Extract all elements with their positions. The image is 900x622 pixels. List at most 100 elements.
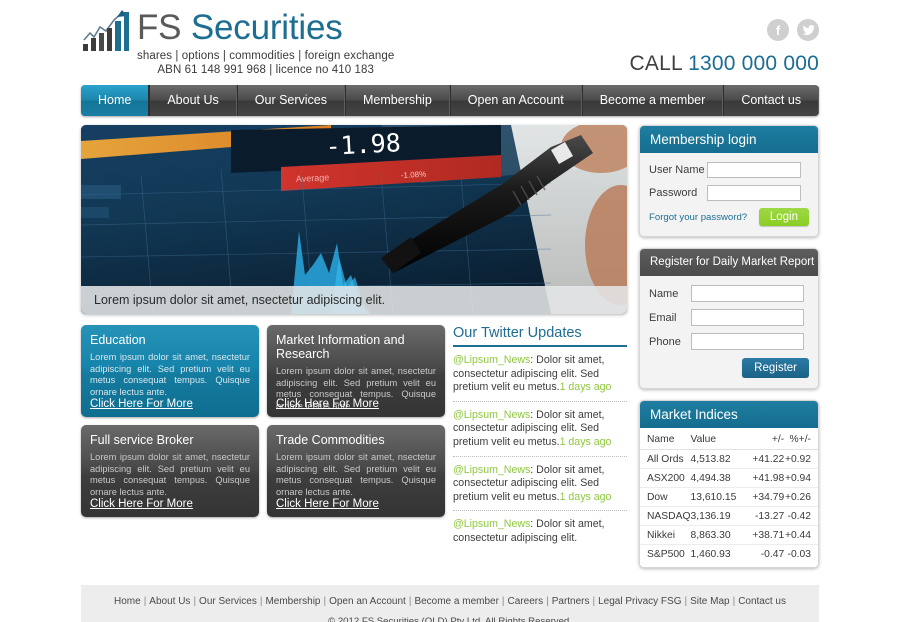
- cell-name: S&P500: [647, 548, 685, 560]
- tweet-item[interactable]: @Lipsum_News: Dolor sit amet, consectetu…: [453, 347, 627, 402]
- cell-value: 13,610.15: [690, 487, 745, 507]
- market-indices-panel: Market Indices Name Value +/- %+/- All O…: [639, 400, 819, 568]
- footer-link-home[interactable]: Home: [114, 596, 141, 607]
- promo-title: Trade Commodities: [276, 433, 385, 447]
- nav-item-contact-us[interactable]: Contact us: [723, 85, 819, 116]
- cell-change: -13.27: [744, 506, 785, 526]
- tweet-item[interactable]: @Lipsum_News: Dolor sit amet, consectetu…: [453, 402, 627, 457]
- footer-link-careers[interactable]: Careers: [508, 596, 544, 607]
- promo-card-education[interactable]: Education Lorem ipsum dolor sit amet, ns…: [81, 325, 259, 417]
- table-row: S&P500 1,460.93 -0.47 -0.03: [640, 545, 818, 564]
- logo-tagline: shares | options | commodities | foreign…: [137, 50, 395, 62]
- cell-percent: -0.42: [784, 506, 818, 526]
- footer-link-become-a-member[interactable]: Become a member: [414, 596, 498, 607]
- logo[interactable]: FS Securities shares | options | commodi…: [81, 6, 394, 77]
- promo-title: Full service Broker: [90, 433, 194, 447]
- tweet-user[interactable]: @Lipsum_News: [453, 464, 530, 476]
- password-row: Password: [649, 185, 809, 201]
- register-footer: Register: [649, 357, 809, 378]
- cell-name: ASX200: [640, 468, 691, 488]
- forgot-password-link[interactable]: Forgot your password?: [649, 212, 747, 223]
- facebook-icon[interactable]: f: [767, 19, 789, 41]
- register-report-panel: Register for Daily Market Report Name Em…: [639, 248, 819, 389]
- tweet-user[interactable]: @Lipsum_News: [453, 354, 530, 366]
- promo-grid: Education Lorem ipsum dolor sit amet, ns…: [81, 325, 445, 552]
- main-navigation: Home About Us Our Services Membership Op…: [81, 85, 819, 116]
- footer-copyright: © 2012 FS Securities (QLD) Pty Ltd, All …: [328, 616, 572, 622]
- svg-text:-1.08%: -1.08%: [401, 170, 427, 180]
- phone-row: Phone: [649, 333, 809, 350]
- nav-item-our-services[interactable]: Our Services: [236, 85, 346, 116]
- footer-link-contact-us[interactable]: Contact us: [738, 596, 786, 607]
- right-sidebar: Membership login User Name Password Forg…: [639, 125, 819, 579]
- nav-item-membership[interactable]: Membership: [345, 85, 450, 116]
- membership-login-panel: Membership login User Name Password Forg…: [639, 125, 819, 237]
- tweet-item[interactable]: @Lipsum_News: Dolor sit amet, consectetu…: [453, 457, 627, 512]
- promo-link[interactable]: Click Here For More: [276, 398, 379, 410]
- cell-change: +38.71: [744, 525, 785, 545]
- table-header-row: Name Value +/- %+/-: [640, 430, 818, 450]
- promo-card-trade-commodities[interactable]: Trade Commodities Lorem ipsum dolor sit …: [267, 425, 445, 517]
- name-input[interactable]: [691, 285, 804, 302]
- twitter-icon[interactable]: [797, 19, 819, 41]
- cell-change: +41.98: [744, 468, 785, 488]
- login-button[interactable]: Login: [758, 208, 809, 226]
- promo-card-full-service-broker[interactable]: Full service Broker Lorem ipsum dolor si…: [81, 425, 259, 517]
- hero-banner[interactable]: -1.98 Average -1.08% Lorem ipsum dolor s…: [81, 125, 627, 314]
- svg-text:-1.98: -1.98: [325, 128, 402, 161]
- name-label: Name: [649, 287, 679, 300]
- market-indices-body: Name Value +/- %+/- All Ords 4,513.82 +4…: [640, 428, 818, 567]
- cell-percent: +0.94: [784, 468, 818, 488]
- col-change: +/-: [744, 430, 785, 450]
- footer-link-about-us[interactable]: About Us: [149, 596, 190, 607]
- table-row: NASDAQ 3,136.19 -13.27 -0.42: [640, 506, 818, 526]
- tweet-ago: 1 days ago: [559, 381, 612, 394]
- footer-link-site-map[interactable]: Site Map: [690, 596, 729, 607]
- password-input[interactable]: [707, 185, 801, 201]
- promo-link[interactable]: Click Here For More: [276, 498, 379, 510]
- cell-change: +34.79: [744, 487, 785, 507]
- nav-item-open-an-account[interactable]: Open an Account: [449, 85, 582, 116]
- cell-name: NASDAQ: [640, 506, 691, 526]
- content-area: -1.98 Average -1.08% Lorem ipsum dolor s…: [81, 125, 819, 579]
- col-value: Value: [690, 430, 745, 450]
- tweet-item[interactable]: @Lipsum_News: Dolor sit amet, consectetu…: [453, 511, 627, 551]
- promo-card-market-information[interactable]: Market Information and Research Lorem ip…: [267, 325, 445, 417]
- password-label: Password: [649, 187, 698, 199]
- username-input[interactable]: [707, 162, 801, 178]
- table-row: ASX200 4,494.38 +41.98 +0.94: [640, 468, 818, 488]
- promo-link[interactable]: Click Here For More: [90, 398, 193, 410]
- cell-value: 1,460.93: [690, 548, 731, 560]
- market-indices-heading: Market Indices: [640, 401, 818, 428]
- tweet-ago: 1 days ago: [559, 435, 612, 448]
- phone-input[interactable]: [691, 333, 804, 350]
- register-button[interactable]: Register: [742, 358, 809, 378]
- twitter-heading: Our Twitter Updates: [453, 325, 627, 347]
- nav-item-about-us[interactable]: About Us: [149, 85, 237, 116]
- promo-link[interactable]: Click Here For More: [90, 498, 193, 510]
- login-heading: Membership login: [640, 126, 818, 153]
- hero-caption: Lorem ipsum dolor sit amet, nsectetur ad…: [81, 286, 627, 314]
- nav-item-home[interactable]: Home: [81, 85, 150, 116]
- cell-value: 8,863.30: [690, 525, 745, 545]
- market-indices-table: Name Value +/- %+/- All Ords 4,513.82 +4…: [640, 430, 818, 563]
- tweet-user[interactable]: @Lipsum_News: [453, 409, 530, 421]
- phone-label: Phone: [649, 335, 681, 348]
- username-label: User Name: [649, 164, 705, 176]
- cell-percent: +0.26: [784, 487, 818, 507]
- promo-text: Lorem ipsum dolor sit amet, nsectetur ad…: [276, 452, 436, 497]
- call-label: CALL: [629, 52, 683, 75]
- footer-link-partners[interactable]: Partners: [552, 596, 590, 607]
- page-root: FS Securities shares | options | commodi…: [0, 0, 900, 622]
- email-input[interactable]: [691, 309, 804, 326]
- login-footer: Forgot your password? Login: [649, 208, 809, 226]
- footer-link-membership[interactable]: Membership: [265, 596, 320, 607]
- call-phone: CALL 1300 000 000: [630, 52, 819, 76]
- tweet-user[interactable]: @Lipsum_News: [453, 518, 530, 530]
- phone-number[interactable]: 1300 000 000: [688, 52, 819, 75]
- footer-link-legal-privacy-fsg[interactable]: Legal Privacy FSG: [598, 596, 681, 607]
- footer-link-open-an-account[interactable]: Open an Account: [329, 596, 406, 607]
- name-row: Name: [649, 285, 809, 302]
- footer-link-our-services[interactable]: Our Services: [199, 596, 257, 607]
- nav-item-become-a-member[interactable]: Become a member: [581, 85, 724, 116]
